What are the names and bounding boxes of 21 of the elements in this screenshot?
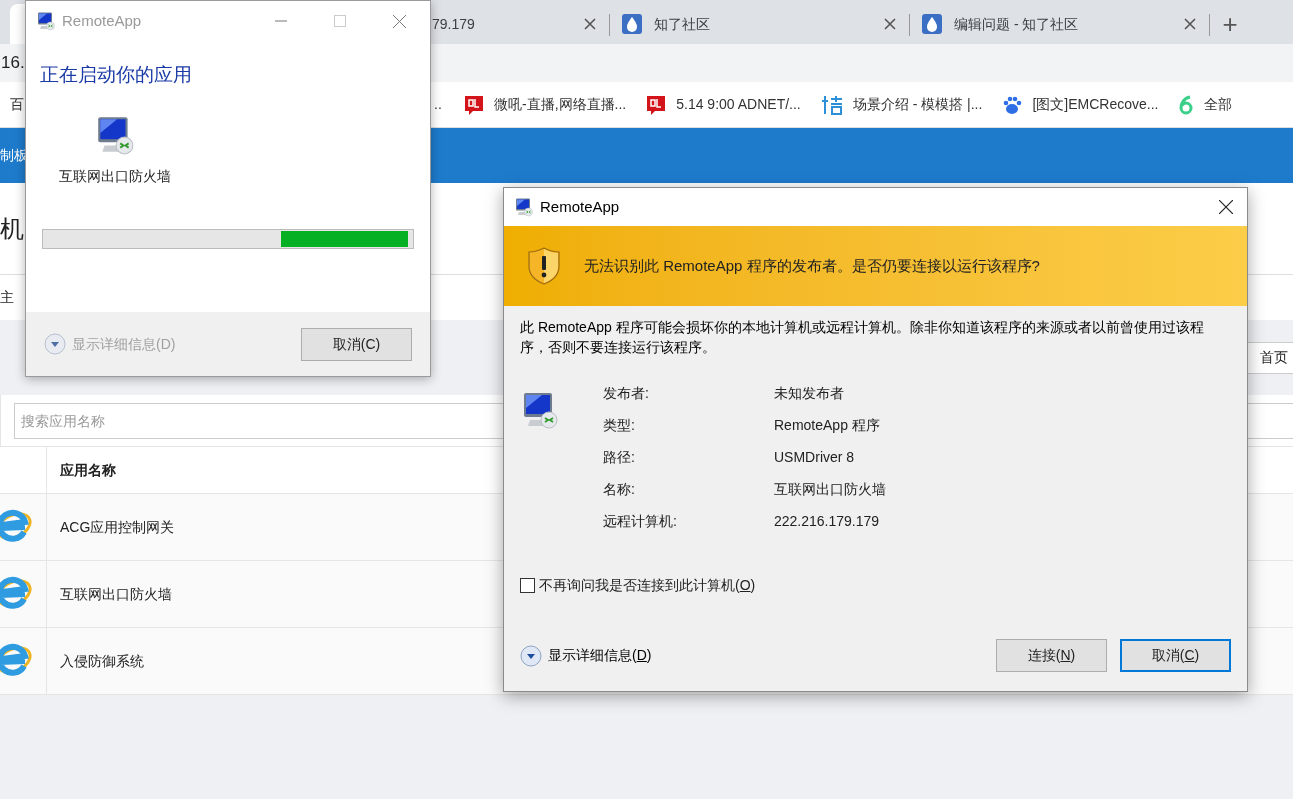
detail-value: 222.216.179.179 — [774, 512, 881, 531]
tab-title: 编辑问题 - 知了社区 — [954, 14, 1079, 34]
banner-text: 无法识别此 RemoteApp 程序的发布者。是否仍要连接以运行该程序? — [584, 255, 1040, 276]
detail-label: 路径: — [603, 448, 636, 467]
warning-message: 此 RemoteApp 程序可能会损坏你的本地计算机或远程计算机。除非你知道该程序的来源或者以前曾使用过该程序，否则不要连接运行该程序。 — [520, 318, 1205, 357]
window-title: RemoteApp — [540, 196, 620, 217]
dialog-heading: 正在启动你的应用 — [40, 63, 193, 87]
detail-label: 名称: — [603, 480, 636, 499]
window-title: RemoteApp — [62, 10, 142, 31]
detail-value: RemoteApp 程序 — [774, 416, 881, 435]
detail-value: 互联网出口防火墙 — [774, 480, 886, 499]
detail-label: 远程计算机: — [603, 512, 678, 531]
detail-label: 发布者: — [603, 384, 650, 403]
page-heading: 机 — [0, 213, 24, 244]
detail-label: 类型: — [603, 416, 636, 435]
detail-value: 未知发布者 — [774, 384, 845, 403]
tab-title: 79.179 — [432, 14, 475, 34]
app-label: 互联网出口防火墙 — [59, 166, 171, 186]
detail-value: USMDriver 8 — [774, 448, 856, 467]
tab-title: 知了社区 — [654, 14, 710, 34]
column-header: 应用名称 — [60, 460, 116, 480]
